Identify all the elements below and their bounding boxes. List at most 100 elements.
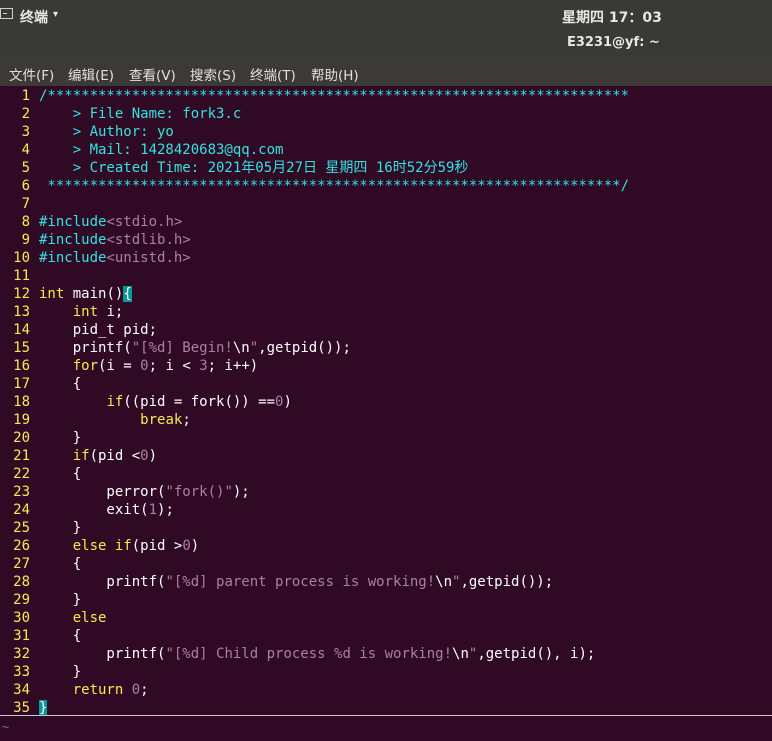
line-number: 29 xyxy=(13,592,30,608)
line-number: 1 xyxy=(21,88,30,104)
code-text: } xyxy=(39,664,82,680)
code-text: ); xyxy=(157,502,174,518)
code-comment: ****************************************… xyxy=(39,178,630,194)
matched-brace: { xyxy=(123,286,132,302)
code-line: 11 xyxy=(0,267,30,285)
terminal-editor[interactable]: 1 /**************************************… xyxy=(0,86,772,741)
line-number: 19 xyxy=(13,412,30,428)
code-text: (i = xyxy=(98,358,141,374)
code-line: 20 } xyxy=(0,429,81,447)
code-line: 16 for(i = 0; i < 3; i++) xyxy=(0,357,258,375)
code-text: printf( xyxy=(39,340,132,356)
line-number: 31 xyxy=(13,628,30,644)
line-number: 9 xyxy=(21,232,30,248)
code-line: 22 { xyxy=(0,465,81,483)
code-line: 33 } xyxy=(0,663,81,681)
menu-view[interactable]: 查看(V) xyxy=(129,64,176,84)
code-text: ,getpid(), i); xyxy=(477,646,596,662)
code-comment: > Created Time: 2021年05月27日 星期四 16时52分59… xyxy=(39,160,469,176)
code-line: 7 xyxy=(0,195,30,213)
code-text: perror( xyxy=(39,484,166,500)
code-line: 6 **************************************… xyxy=(0,177,629,195)
line-number: 25 xyxy=(13,520,30,536)
code-text: (pid < xyxy=(89,448,141,464)
line-number: 13 xyxy=(13,304,30,320)
code-line: 12 int main(){ xyxy=(0,285,132,303)
string-literal: "[%d] Begin! xyxy=(131,340,233,356)
code-line: 3 > Author: yo xyxy=(0,123,174,141)
line-number: 18 xyxy=(13,394,30,410)
line-number: 11 xyxy=(13,268,30,284)
preprocessor-directive: #include xyxy=(39,250,107,266)
line-number: 6 xyxy=(21,178,30,194)
window-titlebar[interactable]: E3231@yf: ~ xyxy=(0,32,772,56)
code-text: (pid > xyxy=(131,538,183,554)
number-literal: 0 xyxy=(140,448,149,464)
line-number: 14 xyxy=(13,322,30,338)
line-number: 16 xyxy=(13,358,30,374)
code-line: 29 } xyxy=(0,591,81,609)
code-line: 27 { xyxy=(0,555,81,573)
keyword: else xyxy=(72,610,107,626)
code-text: } xyxy=(39,430,82,446)
menu-edit[interactable]: 编辑(E) xyxy=(68,64,114,84)
string-literal: "[%d] parent process is working! xyxy=(165,574,436,590)
line-number: 12 xyxy=(13,286,30,302)
keyword: int xyxy=(72,304,99,320)
code-text: { xyxy=(39,466,82,482)
line-number: 4 xyxy=(21,142,30,158)
code-text: ) xyxy=(283,394,292,410)
line-number: 8 xyxy=(21,214,30,230)
top-panel: 终端 ▾ 星期四 17：03 xyxy=(0,0,772,32)
menu-terminal[interactable]: 终端(T) xyxy=(250,64,296,84)
string-literal: "fork()" xyxy=(165,484,233,500)
line-number: 17 xyxy=(13,376,30,392)
keyword: else if xyxy=(72,538,132,554)
line-number: 10 xyxy=(13,250,30,266)
code-line: 9 #include<stdlib.h> xyxy=(0,231,191,249)
code-text: printf( xyxy=(39,574,166,590)
line-number: 21 xyxy=(13,448,30,464)
menu-file[interactable]: 文件(F) xyxy=(9,64,54,84)
keyword: if xyxy=(72,448,90,464)
include-path: <unistd.h> xyxy=(106,250,191,266)
line-number: 30 xyxy=(13,610,30,626)
line-number: 3 xyxy=(21,124,30,140)
line-number: 2 xyxy=(21,106,30,122)
number-literal: 0 xyxy=(131,682,141,698)
code-text: ) xyxy=(148,448,158,464)
code-line: 1 /**************************************… xyxy=(0,87,629,105)
menu-help[interactable]: 帮助(H) xyxy=(311,64,359,84)
line-number: 26 xyxy=(13,538,30,554)
line-number: 34 xyxy=(13,682,30,698)
app-menu-label[interactable]: 终端 xyxy=(20,7,48,27)
include-path: <stdlib.h> xyxy=(106,232,191,248)
chevron-down-icon[interactable]: ▾ xyxy=(53,7,58,23)
include-path: <stdio.h> xyxy=(106,214,183,230)
code-text: i; xyxy=(98,304,124,320)
preprocessor-directive: #include xyxy=(39,214,107,230)
menu-search[interactable]: 搜索(S) xyxy=(190,64,236,84)
code-text: { xyxy=(39,556,82,572)
terminal-icon[interactable] xyxy=(0,8,13,19)
code-comment: > Author: yo xyxy=(39,124,174,140)
window-title: E3231@yf: ~ xyxy=(567,35,660,50)
code-line: 21 if(pid <0) xyxy=(0,447,157,465)
code-text: } xyxy=(39,520,82,536)
clock[interactable]: 星期四 17：03 xyxy=(562,7,662,27)
code-comment: > File Name: fork3.c xyxy=(39,106,242,122)
code-text: { xyxy=(39,376,82,392)
code-line: 17 { xyxy=(0,375,81,393)
code-line: 26 else if(pid >0) xyxy=(0,537,199,555)
code-text: ; i < xyxy=(148,358,200,374)
menu-bar: 文件(F) 编辑(E) 查看(V) 搜索(S) 终端(T) 帮助(H) xyxy=(0,56,772,86)
keyword: for xyxy=(72,358,99,374)
keyword: break xyxy=(140,412,183,428)
code-text: ) xyxy=(190,538,200,554)
code-text: ; xyxy=(140,682,149,698)
